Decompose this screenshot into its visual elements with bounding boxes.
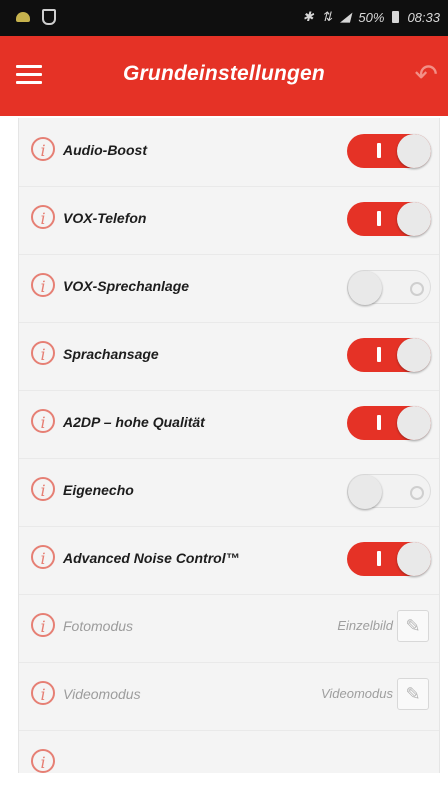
signal-icon: ◢	[340, 9, 351, 24]
info-icon[interactable]: i	[31, 749, 55, 773]
status-bar: ✱ ⇅ ◢ 50% 08:33	[0, 0, 448, 36]
setting-row-a2dp: i A2DP – hohe Qualität	[19, 390, 439, 459]
setting-label: Fotomodus	[63, 618, 134, 634]
setting-row-partial: i	[19, 730, 439, 798]
setting-row-fotomodus: i Fotomodus Einzelbild ✎	[19, 594, 439, 663]
page-title: Grundeinstellungen	[123, 62, 325, 85]
info-icon[interactable]: i	[31, 681, 55, 705]
status-left	[16, 9, 56, 25]
setting-row-eigenecho: i Eigenecho	[19, 458, 439, 527]
setting-label: Eigenecho	[63, 482, 134, 498]
setting-label: Sprachansage	[63, 346, 159, 362]
info-icon[interactable]: i	[31, 613, 55, 637]
info-icon[interactable]: i	[31, 205, 55, 229]
setting-label: Audio-Boost	[63, 142, 147, 158]
setting-value: Einzelbild	[337, 618, 393, 633]
edit-videomodus-button[interactable]: ✎	[397, 678, 429, 710]
shield-icon	[42, 9, 56, 25]
bluetooth-icon: ✱	[302, 9, 314, 24]
pencil-icon: ✎	[405, 616, 421, 636]
setting-label: Videomodus	[63, 686, 141, 702]
edit-fotomodus-button[interactable]: ✎	[397, 610, 429, 642]
vox-sprechanlage-toggle[interactable]	[347, 270, 431, 305]
setting-label: VOX-Telefon	[63, 210, 147, 226]
info-icon[interactable]: i	[31, 409, 55, 433]
sprachansage-toggle[interactable]	[347, 338, 431, 372]
app-bar: Grundeinstellungen ↶	[0, 36, 448, 116]
info-icon[interactable]: i	[31, 477, 55, 501]
battery-percent: 50%	[358, 9, 385, 25]
vox-telefon-toggle[interactable]	[347, 202, 431, 236]
setting-row-audio-boost: i Audio-Boost	[19, 118, 439, 187]
info-icon[interactable]: i	[31, 137, 55, 161]
settings-list: i Audio-Boost i VOX-Telefon i VOX-Sprech…	[18, 118, 440, 773]
eigenecho-toggle[interactable]	[347, 474, 431, 509]
setting-label: VOX-Sprechanlage	[63, 278, 190, 294]
setting-value: Videomodus	[320, 686, 393, 701]
a2dp-toggle[interactable]	[347, 406, 431, 440]
status-right: ✱ ⇅ ◢ 50% 08:33	[303, 9, 440, 25]
setting-row-videomodus: i Videomodus Videomodus ✎	[19, 662, 439, 731]
clock: 08:33	[407, 9, 440, 25]
setting-row-vox-sprechanlage: i VOX-Sprechanlage	[19, 254, 439, 323]
setting-row-sprachansage: i Sprachansage	[19, 322, 439, 391]
advanced-noise-control-toggle[interactable]	[347, 542, 431, 576]
battery-icon	[392, 11, 400, 23]
info-icon[interactable]: i	[31, 273, 55, 297]
info-icon[interactable]: i	[31, 341, 55, 365]
network-icon: ⇅	[321, 9, 333, 24]
setting-row-vox-telefon: i VOX-Telefon	[19, 186, 439, 255]
android-icon	[16, 12, 30, 22]
setting-label: Advanced Noise Control™	[63, 550, 240, 566]
setting-row-advanced-noise-control: i Advanced Noise Control™	[19, 526, 439, 595]
pencil-icon: ✎	[405, 684, 421, 704]
info-icon[interactable]: i	[31, 545, 55, 569]
setting-label: A2DP – hohe Qualität	[63, 414, 205, 430]
audio-boost-toggle[interactable]	[347, 134, 431, 168]
back-icon[interactable]: ↶	[415, 58, 438, 91]
